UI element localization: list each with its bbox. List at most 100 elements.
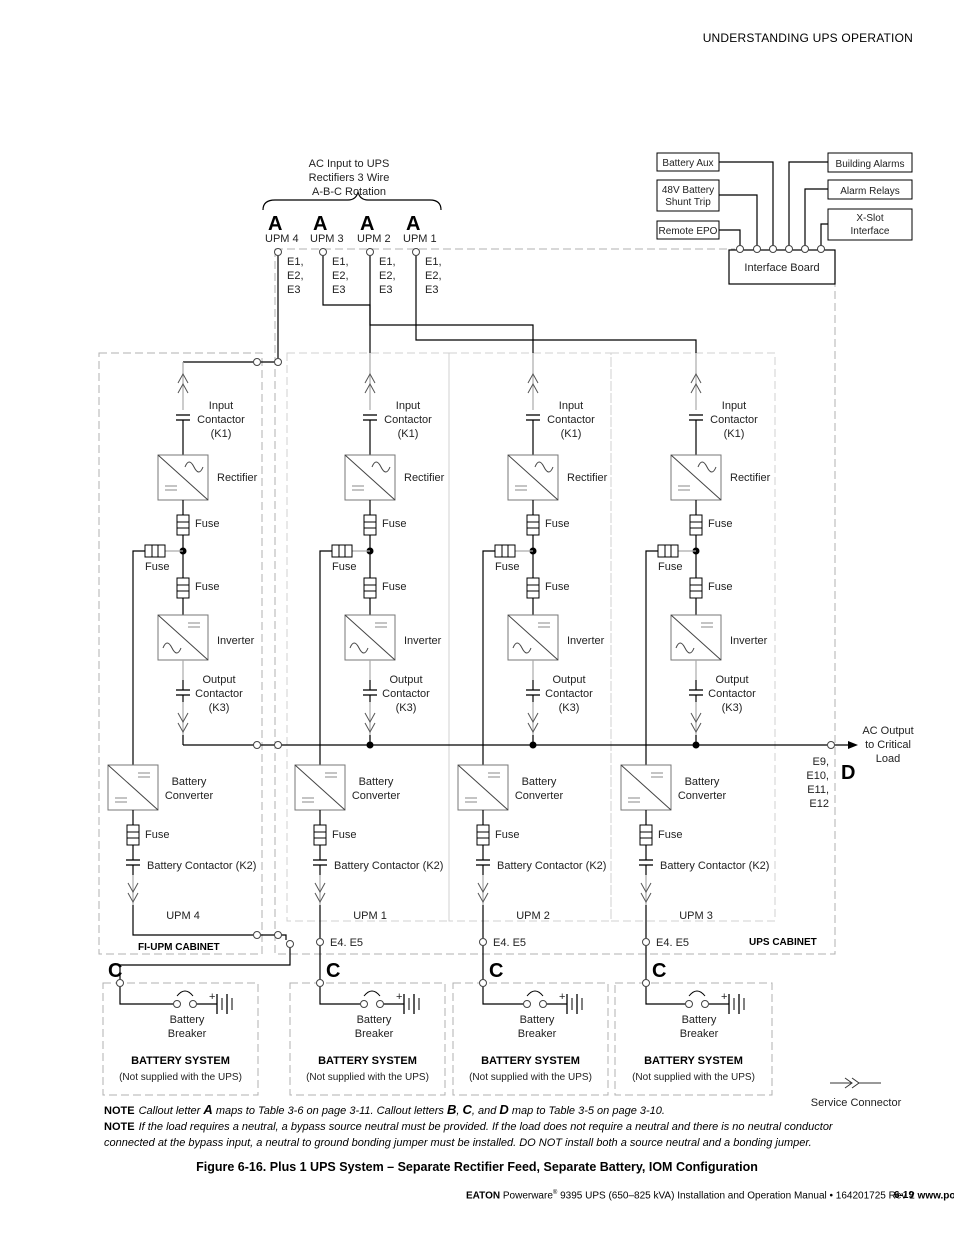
- battery-system-subtitle: (Not supplied with the UPS): [306, 1072, 429, 1083]
- note-1-text-a: Callout letter: [138, 1105, 204, 1117]
- input-upm-label: UPM 2: [357, 233, 391, 245]
- input-terminal: [319, 248, 327, 256]
- fuse-label: Fuse: [495, 561, 519, 573]
- input-contactor-label: (K1): [561, 428, 582, 440]
- ac-output-label-2: to Critical: [865, 739, 911, 751]
- inverter-label: Inverter: [567, 635, 605, 647]
- fuse-label: Fuse: [382, 581, 406, 593]
- alarm-relays-label: Alarm Relays: [840, 186, 899, 197]
- battery-contactor-icon: [639, 859, 653, 866]
- fuse-icon: [526, 514, 540, 536]
- battery-contactor-label: Battery Contactor (K2): [147, 860, 256, 872]
- fuse-label: Fuse: [332, 829, 356, 841]
- input-contactor-label: (K1): [724, 428, 745, 440]
- output-contactor-label: Contactor: [708, 688, 756, 700]
- input-terminal: [412, 248, 420, 256]
- fuse-icon: [176, 577, 190, 599]
- battery-system-title: BATTERY SYSTEM: [131, 1055, 230, 1067]
- rectifier-icon: [507, 454, 559, 501]
- fuse-label: Fuse: [145, 561, 169, 573]
- battery-system-subtitle: (Not supplied with the UPS): [632, 1072, 755, 1083]
- input-terminal-label: E1,: [425, 256, 442, 268]
- module-upm-3: Input Contactor (K1) Rectifier Fuse Fuse Fuse I…: [620, 353, 771, 922]
- ac-input-title-2: Rectifiers 3 Wire: [309, 172, 390, 184]
- building-alarms-label: Building Alarms: [836, 159, 905, 170]
- callout-c: C: [108, 960, 122, 982]
- figure-caption: Figure 6-16. Plus 1 UPS System – Separat…: [196, 1160, 758, 1174]
- battery-contactor-label: Battery Contactor (K2): [660, 860, 769, 872]
- battery-icon: [566, 994, 583, 1014]
- input-terminal: [366, 248, 374, 256]
- module-upm-4: Input Contactor (K1) Rectifier Fuse Fuse Fuse I…: [107, 362, 258, 922]
- battery-converter-label: Converter: [165, 790, 214, 802]
- one-line-diagram: AC Input to UPS Rectifiers 3 Wire A-B-C …: [98, 152, 914, 1109]
- shunt-trip-label-2: Shunt Trip: [665, 197, 711, 208]
- battery-contactor-icon: [313, 859, 327, 866]
- input-terminal-label: E2,: [425, 270, 442, 282]
- battery-converter-label: Converter: [678, 790, 727, 802]
- note-2-text: If the load requires a neutral, a bypass…: [104, 1121, 833, 1149]
- battery-system-title: BATTERY SYSTEM: [481, 1055, 580, 1067]
- footer-rest: 9395 UPS (650–825 kVA) Installation and …: [557, 1190, 918, 1202]
- input-contactor-icon: [176, 414, 190, 421]
- input-terminal-label: E1,: [379, 256, 396, 268]
- footer-url[interactable]: www.powerware.com: [918, 1190, 954, 1201]
- battery-system-1: C + Battery Breaker BATTERY SYSTEM (Not suppl…: [102, 960, 259, 1096]
- ac-output-label-3: Load: [876, 753, 900, 765]
- input-terminal-label: E2,: [332, 270, 349, 282]
- fuse-label: Fuse: [708, 518, 732, 530]
- input-contactor-label: Input: [209, 400, 233, 412]
- callout-c: C: [652, 960, 666, 982]
- fuse-label: Fuse: [545, 518, 569, 530]
- plus-sign: +: [721, 991, 727, 1003]
- input-contactor-label: Input: [559, 400, 583, 412]
- input-contactor-icon: [363, 414, 377, 421]
- fuse-icon: [639, 824, 653, 846]
- battery-converter-icon: [107, 764, 159, 811]
- battery-aux-label: Battery Aux: [662, 158, 713, 169]
- ups-cabinet-outline: [274, 248, 836, 955]
- inverter-icon: [157, 614, 209, 661]
- output-contactor-label: Output: [715, 674, 748, 686]
- plus-sign: +: [209, 991, 215, 1003]
- battery-terminal-label: E4. E5: [330, 937, 363, 949]
- plus-sign: +: [396, 991, 402, 1003]
- note-1-sep-2: , and: [471, 1105, 500, 1117]
- interface-board-label: Interface Board: [744, 262, 819, 274]
- fuse-icon: [476, 824, 490, 846]
- battery-system-subtitle: (Not supplied with the UPS): [469, 1072, 592, 1083]
- x-slot-label-1: X-Slot: [856, 213, 883, 224]
- rectifier-label: Rectifier: [567, 472, 608, 484]
- fuse-label: Fuse: [195, 518, 219, 530]
- inverter-label: Inverter: [404, 635, 442, 647]
- input-contactor-label: Contactor: [197, 414, 245, 426]
- note-1-callout-a: A: [203, 1102, 213, 1117]
- output-contactor-label: (K3): [396, 702, 417, 714]
- ac-input-title-1: AC Input to UPS: [309, 158, 390, 170]
- output-contactor-icon: [689, 689, 703, 696]
- output-contactor-label: Contactor: [382, 688, 430, 700]
- breaker-icon: [688, 990, 706, 997]
- rectifier-icon: [670, 454, 722, 501]
- output-contactor-label: Contactor: [545, 688, 593, 700]
- fuse-label: Fuse: [145, 829, 169, 841]
- power-modules: Input Contactor (K1) Rectifier Fuse Fuse Fuse I…: [107, 353, 771, 922]
- ac-input-3: AUPM 3 E1, E2, E3: [310, 213, 349, 296]
- cabinet-outlines: [98, 248, 836, 955]
- rectifier-icon: [344, 454, 396, 501]
- battery-breaker-label: Battery: [170, 1014, 205, 1026]
- output-contactor-icon: [526, 689, 540, 696]
- interface-board-group: Interface Board Battery Aux 48V Battery …: [656, 152, 913, 285]
- inverter-icon: [670, 614, 722, 661]
- fuse-label: Fuse: [495, 829, 519, 841]
- output-contactor-label: Output: [552, 674, 585, 686]
- input-terminal-label: E3: [332, 284, 345, 296]
- note-1-callout-b: B: [446, 1102, 457, 1117]
- battery-breaker-label: Breaker: [518, 1028, 557, 1040]
- battery-system-title: BATTERY SYSTEM: [644, 1055, 743, 1067]
- battery-breaker-label: Breaker: [355, 1028, 394, 1040]
- feed-upm1: [415, 256, 697, 353]
- battery-converter-icon: [457, 764, 509, 811]
- battery-breaker-label: Battery: [682, 1014, 717, 1026]
- battery-icon: [728, 994, 745, 1014]
